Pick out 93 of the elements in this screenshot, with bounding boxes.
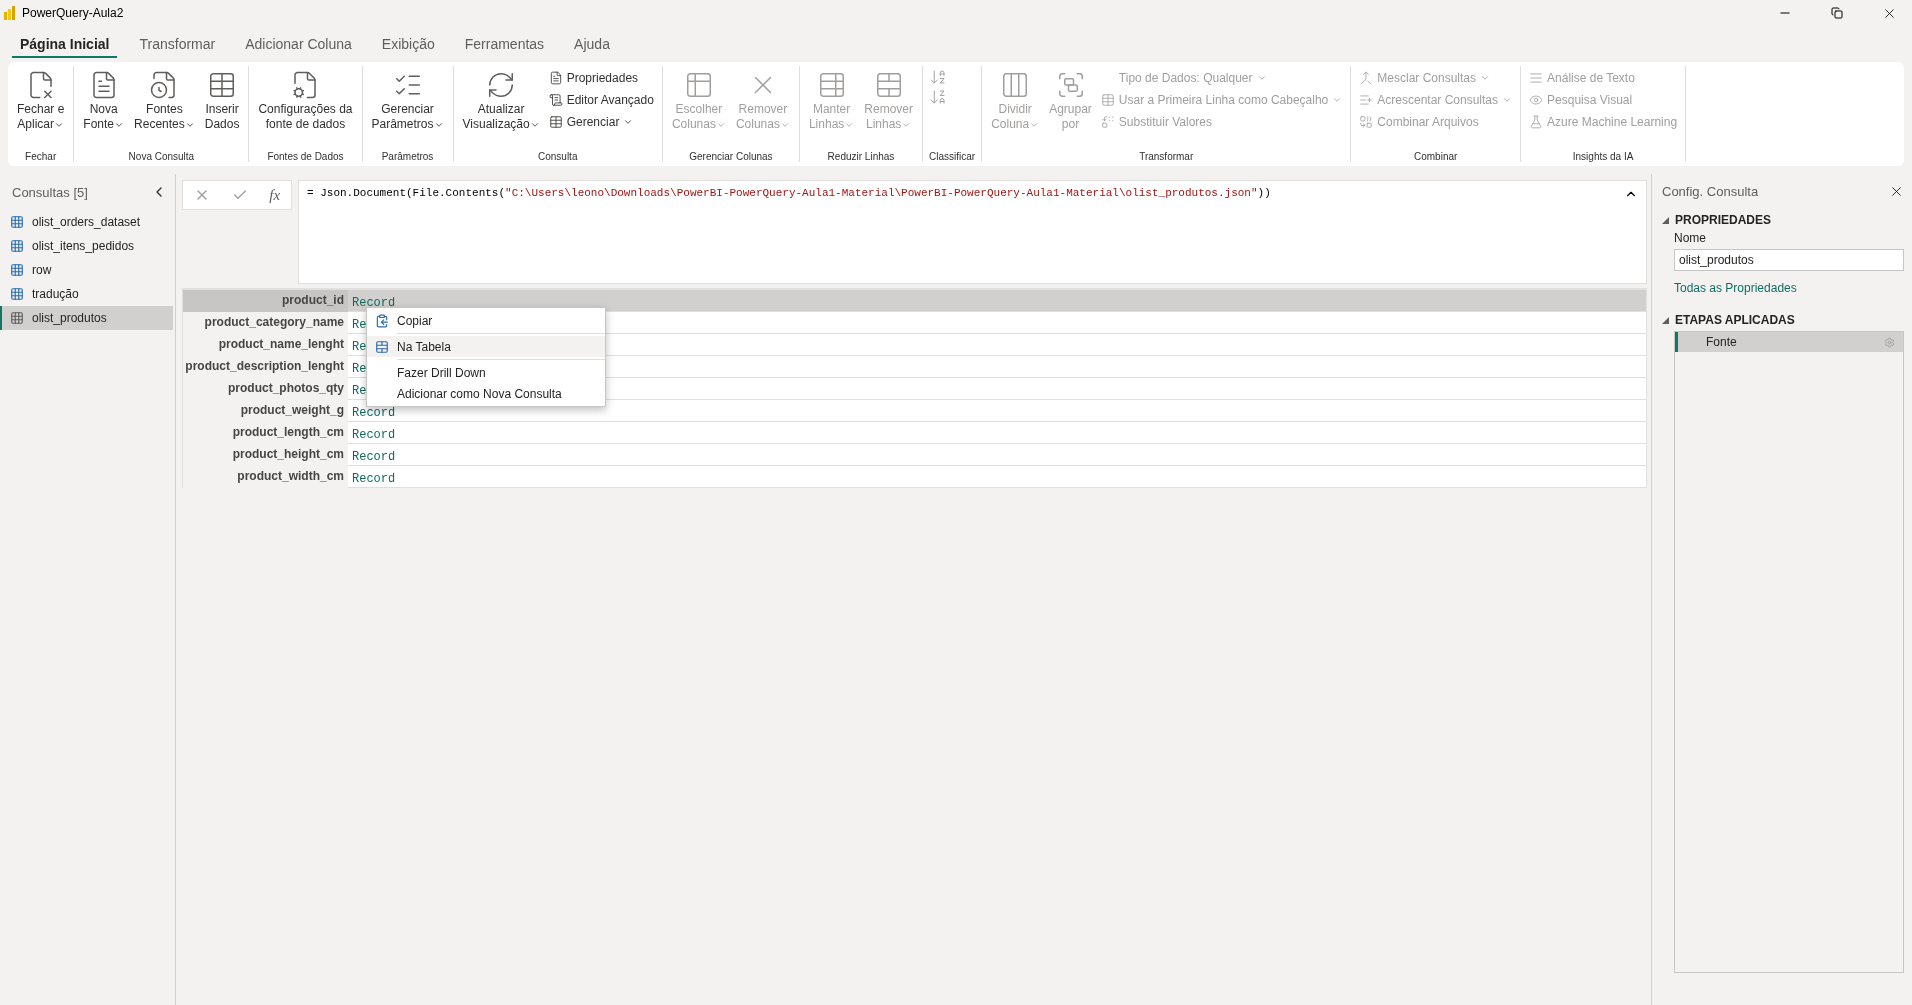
ribbon-button[interactable]: Fechar e Aplicar — [14, 66, 68, 151]
name-field[interactable]: olist_produtos — [1674, 249, 1904, 271]
group-label: Fechar — [25, 151, 57, 162]
ribbon-button[interactable]: Propriedades — [546, 68, 656, 88]
caret-icon — [1332, 95, 1343, 105]
menu-item[interactable]: Copiar — [367, 310, 605, 331]
close-icon[interactable] — [1889, 184, 1904, 199]
group-label: Reduzir Linhas — [827, 151, 895, 162]
table-icon — [10, 287, 24, 301]
cell-value[interactable]: Re — [352, 340, 367, 354]
ribbon-tab[interactable]: Exibição — [373, 36, 443, 58]
table-icon — [10, 239, 24, 253]
field-name: product_weight_g — [183, 400, 348, 424]
caret-icon — [1502, 95, 1513, 105]
menu-item[interactable]: Adicionar como Nova Consulta — [367, 383, 605, 404]
formula-field[interactable]: = Json.Document(File.Contents("C:\Users\leono\Downloads\PowerBI-PowerQuery-Aula1-Material\PowerBI-PowerQuery-Aula1-Material\olist_produtos.json")) — [298, 180, 1647, 284]
ribbon-tab[interactable]: Ferramentas — [456, 36, 553, 58]
ribbon-tab[interactable]: Ajuda — [566, 36, 618, 58]
app-logo-icon — [4, 6, 16, 20]
caret-icon — [623, 117, 634, 127]
ribbon-button[interactable]: Inserir Dados — [201, 66, 243, 151]
panel-title: Consultas [5] — [12, 184, 88, 200]
cell-value[interactable]: Re — [352, 362, 367, 376]
query-item[interactable]: row — [0, 258, 173, 282]
query-item[interactable]: olist_itens_pedidos — [0, 234, 173, 258]
cell-value[interactable]: Record — [352, 450, 396, 464]
table-icon — [10, 263, 24, 277]
group-label: Fontes de Dados — [267, 151, 344, 162]
field-name: product_width_cm — [183, 466, 348, 490]
expand-icon[interactable] — [1662, 216, 1669, 224]
step-item[interactable]: Fonte — [1675, 332, 1903, 352]
group-label: Combinar — [1414, 151, 1458, 162]
table-icon — [10, 311, 24, 325]
caret-icon — [1256, 73, 1267, 83]
panel-title: Config. Consulta — [1662, 184, 1759, 199]
ribbon-button[interactable]: Fontes Recentes — [131, 66, 198, 151]
ribbon-icon — [1529, 93, 1544, 107]
query-item[interactable]: olist_orders_dataset — [0, 210, 173, 234]
query-item[interactable]: olist_produtos — [0, 306, 173, 330]
ribbon-button[interactable]: Atualizar Visualização — [459, 66, 543, 151]
field-name: product_name_lenght — [183, 334, 348, 358]
fx-label[interactable]: fx — [269, 186, 281, 204]
field-name: product_length_cm — [183, 422, 348, 446]
ribbon-icon — [1100, 93, 1115, 107]
field-name: product_description_lenght — [183, 356, 348, 380]
field-name: product_category_name — [183, 312, 348, 336]
group-label: Classificar — [929, 151, 976, 162]
expand-icon[interactable] — [1662, 316, 1669, 324]
ribbon-icon — [548, 93, 563, 107]
cell-value[interactable]: Record — [352, 472, 396, 486]
group-label: Insights da IA — [1572, 151, 1634, 162]
cell-value[interactable]: Record — [352, 406, 396, 420]
cell-value[interactable]: Record — [352, 296, 396, 310]
cell-value[interactable]: Re — [352, 318, 367, 332]
menu-icon — [375, 339, 389, 354]
cell-value[interactable]: Record — [352, 428, 396, 442]
ribbon-button[interactable]: Editor Avançado — [546, 90, 656, 110]
field-label: Nome — [1674, 231, 1707, 245]
ribbon-icon — [548, 71, 563, 85]
ribbon-icon — [1529, 71, 1544, 85]
field-name: product_photos_qty — [183, 378, 348, 402]
menu-item[interactable]: Na Tabela — [367, 336, 605, 357]
section-heading: PROPRIEDADES — [1675, 213, 1772, 227]
menu-icon — [375, 313, 389, 328]
ribbon-tab[interactable]: Página Inicial — [12, 36, 118, 58]
ribbon-icon — [1529, 115, 1544, 129]
menu-item[interactable]: Fazer Drill Down — [367, 362, 605, 383]
ribbon-icon — [1359, 115, 1374, 129]
ribbon-icon — [1359, 71, 1374, 85]
all-properties-link[interactable]: Todas as Propriedades — [1674, 281, 1904, 295]
group-label: Gerenciar Colunas — [689, 151, 773, 162]
ribbon-button[interactable]: Gerenciar Parâmetros — [368, 66, 447, 151]
ribbon-button[interactable]: Nova Fonte — [80, 66, 128, 151]
field-name: product_height_cm — [183, 444, 348, 468]
restore-icon[interactable] — [1831, 7, 1843, 19]
section-heading: ETAPAS APLICADAS — [1675, 313, 1795, 327]
group-label: Nova Consulta — [128, 151, 195, 162]
group-label: Consulta — [537, 151, 578, 162]
ribbon-tab[interactable]: Transformar — [131, 36, 224, 58]
group-label: Transformar — [1139, 151, 1194, 162]
table-icon — [10, 215, 24, 229]
ribbon-tab[interactable]: Adicionar Coluna — [237, 36, 360, 58]
group-label: Parâmetros — [381, 151, 434, 162]
window-title: PowerQuery-Aula2 — [22, 6, 125, 20]
ribbon-icon — [548, 115, 563, 129]
ribbon-icon — [1359, 93, 1374, 107]
caret-icon — [1480, 73, 1490, 83]
ribbon-button[interactable]: Gerenciar — [546, 112, 656, 132]
ribbon-icon — [1100, 115, 1115, 129]
field-name: product_id — [183, 290, 348, 314]
query-item[interactable]: tradução — [0, 282, 173, 306]
cell-value[interactable]: Re — [352, 384, 367, 398]
ribbon-button[interactable]: Configurações da fonte de dados — [255, 66, 356, 151]
